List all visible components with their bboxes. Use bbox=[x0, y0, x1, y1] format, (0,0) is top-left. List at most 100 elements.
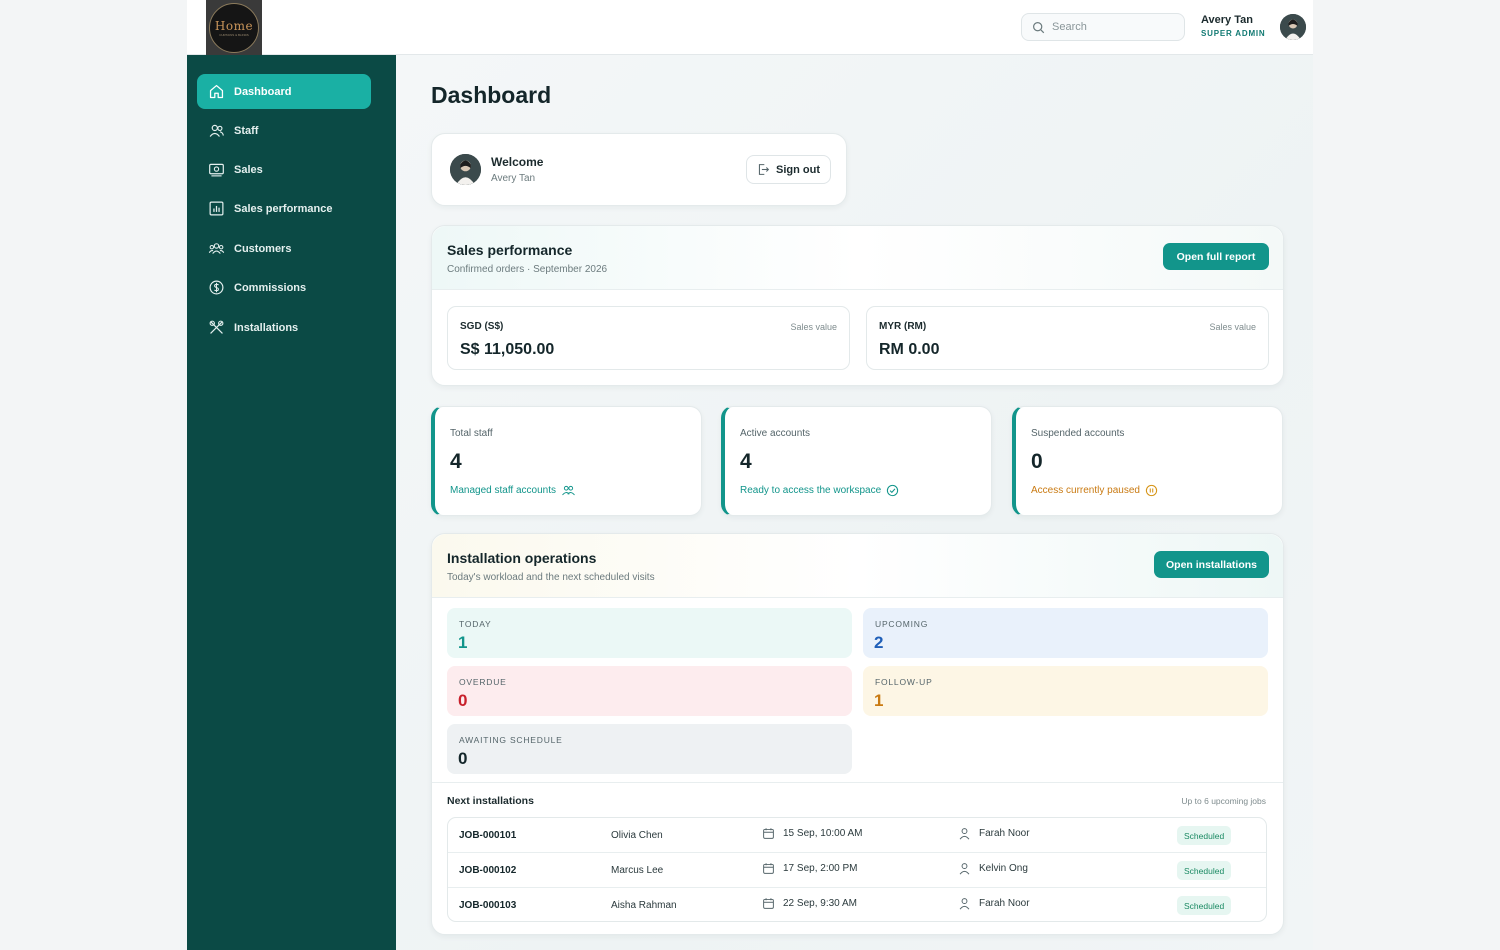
currency-code: MYR (RM) bbox=[879, 321, 927, 332]
sidebar-item-label: Dashboard bbox=[234, 85, 292, 98]
stat-note: Managed staff accounts bbox=[450, 484, 576, 497]
tile-value: 1 bbox=[874, 691, 884, 710]
users-icon bbox=[209, 124, 224, 137]
sidebar-item-label: Commissions bbox=[234, 281, 307, 294]
page-title: Dashboard bbox=[431, 82, 552, 108]
stat-note-text: Ready to access the workspace bbox=[740, 485, 882, 496]
jobs-table: JOB-000101 Olivia Chen 15 Sep, 10:00 AM … bbox=[447, 817, 1267, 922]
logo-emblem: Home CURTAINS & BLINDS bbox=[209, 2, 259, 53]
search-input[interactable]: Search bbox=[1021, 13, 1185, 41]
status-badge: Scheduled bbox=[1177, 826, 1232, 845]
job-date: 22 Sep, 9:30 AM bbox=[762, 897, 857, 910]
status-badge: Scheduled bbox=[1177, 896, 1232, 915]
welcome-title: Welcome bbox=[491, 155, 544, 169]
suspended-accounts-card: Suspended accounts 0 Access currently pa… bbox=[1012, 406, 1283, 516]
stat-note: Access currently paused bbox=[1031, 484, 1158, 497]
sales-card-subtitle: Confirmed orders · September 2026 bbox=[447, 264, 608, 275]
user-menu[interactable]: Avery Tan SUPER ADMIN bbox=[1201, 14, 1271, 38]
job-technician: Farah Noor bbox=[958, 827, 1030, 840]
open-full-report-button[interactable]: Open full report bbox=[1163, 243, 1269, 270]
tile-upcoming[interactable]: UPCOMING 2 bbox=[863, 608, 1268, 658]
job-date: 17 Sep, 2:00 PM bbox=[762, 862, 858, 875]
job-id: JOB-000102 bbox=[459, 865, 517, 876]
sales-performance-card: Sales performance Confirmed orders · Sep… bbox=[431, 225, 1284, 386]
currency-label: Sales value bbox=[790, 322, 837, 332]
logo-text: Home bbox=[214, 18, 254, 33]
currency-value: RM 0.00 bbox=[879, 341, 940, 358]
bar-chart-icon bbox=[209, 201, 224, 216]
right-margin bbox=[1313, 0, 1500, 950]
installations-card-header: Installation operations Today's workload… bbox=[432, 534, 1283, 598]
sidebar-item-installations[interactable]: Installations bbox=[197, 310, 371, 345]
sidebar: Dashboard Staff Sales Sales performance … bbox=[187, 55, 396, 950]
user-role: SUPER ADMIN bbox=[1201, 29, 1266, 38]
home-icon bbox=[209, 84, 224, 99]
sidebar-item-label: Staff bbox=[234, 124, 259, 137]
job-date-text: 22 Sep, 9:30 AM bbox=[783, 898, 857, 909]
job-technician-text: Farah Noor bbox=[979, 828, 1030, 839]
job-date-text: 15 Sep, 10:00 AM bbox=[783, 828, 863, 839]
sgd-sales-box: SGD (S$) Sales value S$ 11,050.00 bbox=[447, 306, 850, 370]
tile-label: UPCOMING bbox=[875, 619, 929, 629]
tile-awaiting-schedule[interactable]: AWAITING SCHEDULE 0 bbox=[447, 724, 852, 774]
next-installations-note: Up to 6 upcoming jobs bbox=[1181, 796, 1266, 806]
sidebar-item-commissions[interactable]: Commissions bbox=[197, 270, 371, 305]
job-date-text: 17 Sep, 2:00 PM bbox=[783, 863, 858, 874]
sales-card-header: Sales performance Confirmed orders · Sep… bbox=[432, 226, 1283, 290]
table-row[interactable]: JOB-000102 Marcus Lee 17 Sep, 2:00 PM Ke… bbox=[448, 853, 1266, 888]
sidebar-item-label: Installations bbox=[234, 321, 299, 334]
users-icon bbox=[562, 485, 575, 496]
tile-overdue[interactable]: OVERDUE 0 bbox=[447, 666, 852, 716]
table-row[interactable]: JOB-000103 Aisha Rahman 22 Sep, 9:30 AM … bbox=[448, 888, 1266, 921]
pause-circle-icon bbox=[1145, 484, 1158, 497]
sidebar-item-label: Customers bbox=[234, 242, 292, 255]
table-row[interactable]: JOB-000101 Olivia Chen 15 Sep, 10:00 AM … bbox=[448, 818, 1266, 853]
divider bbox=[432, 782, 1283, 783]
total-staff-card: Total staff 4 Managed staff accounts bbox=[431, 406, 702, 516]
calendar-icon bbox=[763, 863, 774, 874]
tile-value: 0 bbox=[458, 691, 468, 710]
tile-label: AWAITING SCHEDULE bbox=[459, 735, 563, 745]
avatar[interactable] bbox=[1280, 14, 1306, 40]
tile-label: OVERDUE bbox=[459, 677, 507, 687]
sidebar-item-sales-performance[interactable]: Sales performance bbox=[197, 191, 371, 226]
job-technician-text: Kelvin Ong bbox=[979, 863, 1028, 874]
user-icon bbox=[959, 828, 970, 840]
stat-value: 0 bbox=[1031, 450, 1043, 473]
tile-value: 1 bbox=[458, 633, 468, 652]
calendar-icon bbox=[763, 898, 774, 909]
sidebar-item-label: Sales performance bbox=[234, 202, 333, 215]
job-customer: Olivia Chen bbox=[611, 830, 663, 841]
welcome-card: Welcome Avery Tan Sign out bbox=[431, 133, 847, 206]
tile-follow-up[interactable]: FOLLOW-UP 1 bbox=[863, 666, 1268, 716]
job-date: 15 Sep, 10:00 AM bbox=[762, 827, 863, 840]
brand-logo[interactable]: Home CURTAINS & BLINDS bbox=[206, 0, 262, 55]
left-margin bbox=[0, 0, 187, 950]
sidebar-item-dashboard[interactable]: Dashboard bbox=[197, 74, 371, 109]
status-badge: Scheduled bbox=[1177, 861, 1232, 880]
sidebar-item-label: Sales bbox=[234, 163, 263, 176]
tile-value: 0 bbox=[458, 749, 468, 768]
currency-code: SGD (S$) bbox=[460, 321, 504, 332]
stat-label: Total staff bbox=[450, 428, 493, 439]
sidebar-item-staff[interactable]: Staff bbox=[197, 113, 371, 148]
search-placeholder: Search bbox=[1052, 21, 1087, 33]
stat-value: 4 bbox=[450, 450, 462, 473]
tile-label: FOLLOW-UP bbox=[875, 677, 933, 687]
tile-today[interactable]: TODAY 1 bbox=[447, 608, 852, 658]
currency-label: Sales value bbox=[1209, 322, 1256, 332]
main-content: Dashboard Welcome Avery Tan Sign out Sal… bbox=[396, 55, 1313, 950]
user-icon bbox=[959, 898, 970, 910]
stat-label: Active accounts bbox=[740, 428, 811, 439]
sign-out-button[interactable]: Sign out bbox=[746, 155, 831, 184]
installations-card-title: Installation operations bbox=[447, 550, 597, 566]
myr-sales-box: MYR (RM) Sales value RM 0.00 bbox=[866, 306, 1269, 370]
sidebar-item-customers[interactable]: Customers bbox=[197, 231, 371, 266]
dollar-circle-icon bbox=[209, 280, 224, 295]
sidebar-item-sales[interactable]: Sales bbox=[197, 152, 371, 187]
open-installations-button[interactable]: Open installations bbox=[1154, 551, 1269, 578]
logo-subtext: CURTAINS & BLINDS bbox=[219, 32, 249, 37]
sales-card-title: Sales performance bbox=[447, 242, 573, 258]
cash-icon bbox=[209, 163, 224, 177]
tile-value: 2 bbox=[874, 633, 884, 652]
